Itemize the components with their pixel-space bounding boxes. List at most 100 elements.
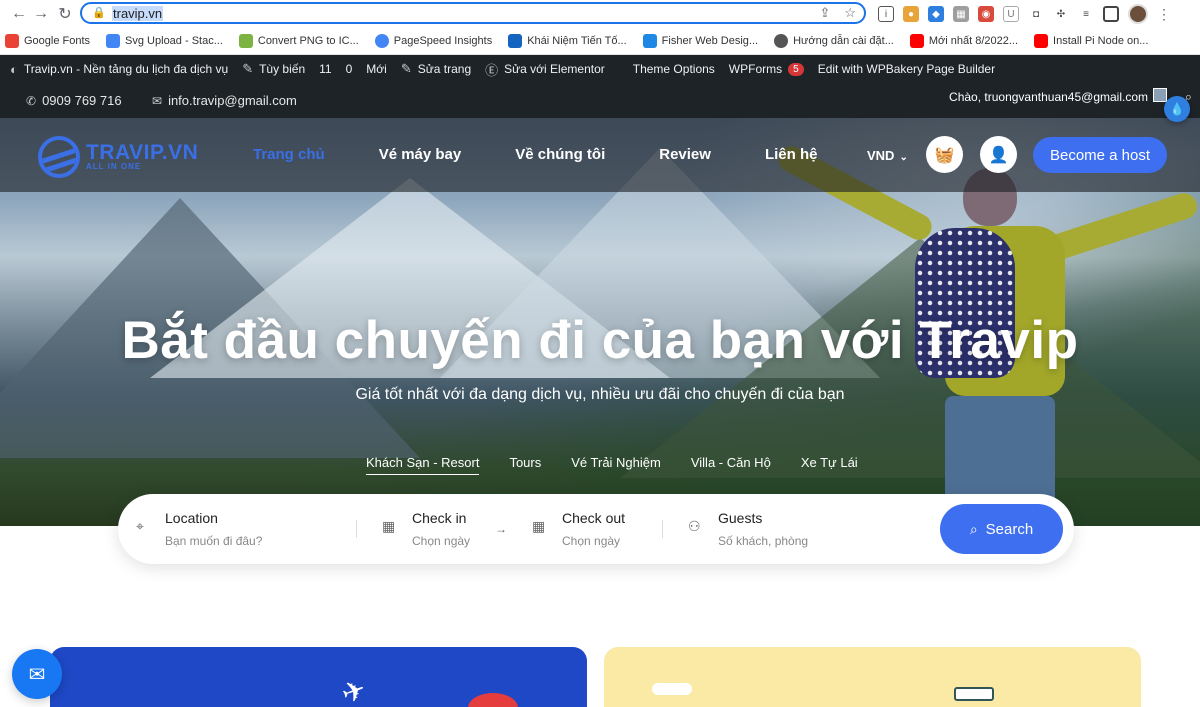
forward-icon[interactable]: → [30,3,52,25]
address-bar[interactable]: 🔒 travip.vn ⇪ ☆ [80,2,866,24]
site-logo[interactable]: TRAVIP.VN ALL IN ONE [38,136,198,178]
extension-icon[interactable]: ● [903,6,919,22]
extension-icon[interactable]: ◆ [928,6,944,22]
wp-elementor[interactable]: Ⓔ Sửa với Elementor [485,60,605,79]
tab-tours[interactable]: Tours [509,455,541,475]
youtube-icon [1034,34,1049,48]
arrow-right-icon: → [495,522,507,536]
wp-new[interactable]: Mới [366,62,387,76]
extension-icon[interactable]: ◉ [978,6,994,22]
menu-item-review[interactable]: Review [659,146,711,163]
menu-kebab-icon[interactable]: ⋮ [1157,6,1171,23]
bookmark-item[interactable]: Mới nhất 8/2022... [909,34,1018,48]
back-icon[interactable]: ← [8,3,30,25]
bookmark-star-icon[interactable]: ☆ [844,5,856,21]
bookmark-item[interactable]: Svg Upload - Stac... [106,34,223,48]
menu-item-home[interactable]: Trang chủ [253,146,325,163]
pencil-icon: ✎ [400,61,412,76]
bookmark-item[interactable]: Khái Niệm Tiến Tố... [508,34,627,48]
tab-hotel-resort[interactable]: Khách Sạn - Resort [366,455,480,475]
wp-edit-page[interactable]: ✎ Sửa trang [401,61,471,77]
wp-customize[interactable]: ✎ Tùy biến [242,61,305,77]
search-form: ⌖ Location Bạn muốn đi đâu? ▦ Check in C… [118,494,1074,564]
main-menu: Trang chủ Vé máy bay Về chúng tôi Review… [253,146,871,163]
extension-icon[interactable]: ▦ [953,6,969,22]
bookmark-item[interactable]: PageSpeed Insights [374,34,492,48]
user-greeting[interactable]: Chào, truongvanthuan45@gmail.com [949,90,1148,104]
user-icon: 👤 [988,146,1009,164]
url-text[interactable]: travip.vn [112,5,164,21]
bookmark-favicon-icon [5,34,19,48]
divider [356,520,357,538]
menu-item-flights[interactable]: Vé máy bay [379,146,462,163]
browser-toolbar: ← → ↻ 🔒 travip.vn ⇪ ☆ i ● ◆ ▦ ◉ U ◘ ✣ ≡ … [0,0,1200,28]
service-tabs: Khách Sạn - Resort Tours Vé Trải Nghiệm … [366,455,888,475]
search-icon: ⌕ [969,520,978,537]
cloud-decor [652,683,692,695]
tab-self-drive[interactable]: Xe Tự Lái [801,455,858,475]
reload-icon[interactable]: ↻ [54,3,76,25]
bookmark-favicon-icon [374,34,389,48]
email-contact[interactable]: ✉ info.travip@gmail.com [152,93,297,108]
lock-icon: 🔒 [92,7,106,19]
globe-logo-icon [38,136,80,178]
dashboard-icon: ◐ [10,61,18,77]
phone-icon: ✆ [26,93,37,108]
extension-icon[interactable]: U [1003,6,1019,22]
bookmark-favicon-icon [508,34,523,48]
mail-icon: ✉ [152,93,163,108]
wp-theme-options[interactable]: Theme Options [633,62,715,76]
side-panel-icon[interactable] [1103,6,1119,22]
divider [662,520,663,538]
notification-badge: 5 [788,62,804,76]
wp-wpforms[interactable]: WPForms 5 [729,62,804,76]
youtube-icon [909,34,924,48]
brush-icon: ✎ [242,61,254,76]
map-pin-icon: ⌖ [136,518,144,534]
hero-subtitle: Giá tốt nhất với đa dạng dịch vụ, nhiều … [355,386,845,403]
messenger-chat-button[interactable]: ✉ [12,649,62,699]
profile-avatar[interactable] [1128,4,1148,24]
user-avatar[interactable] [1153,88,1167,102]
share-icon[interactable]: ⇪ [819,5,830,21]
menu-item-about[interactable]: Về chúng tôi [515,146,605,163]
bookmark-item[interactable]: Convert PNG to IC... [238,34,359,48]
promo-card-cruise[interactable] [604,647,1141,707]
wp-comments[interactable]: 0 [346,62,353,76]
wp-updates[interactable]: 11 [319,62,331,76]
puzzle-icon[interactable]: ✣ [1053,6,1069,22]
bookmark-favicon-icon [642,34,657,48]
camera-icon[interactable]: ◘ [1028,6,1044,22]
reading-list-icon[interactable]: ≡ [1078,6,1094,22]
bookmark-item[interactable]: Install Pi Node on... [1034,34,1148,48]
boat-icon [954,687,994,701]
menu-item-contact[interactable]: Liên hệ [765,146,818,163]
bookmark-favicon-icon [106,34,121,48]
water-drop-icon[interactable]: 💧 [1164,96,1190,122]
calendar-icon: ▦ [532,518,546,534]
bookmarks-bar: Google Fonts Svg Upload - Stac... Conver… [0,28,1200,55]
tab-villa-apartment[interactable]: Villa - Căn Hộ [691,455,771,475]
bookmark-item[interactable]: Hướng dẫn cài đặt... [774,34,894,48]
wp-admin-bar: ◐ Travip.vn - Nền tảng du lịch đa dịch vụ… [0,55,1200,83]
cart-button[interactable]: 🧺 [926,136,963,173]
become-host-button[interactable]: Become a host [1033,137,1167,173]
site-header: TRAVIP.VN ALL IN ONE Trang chủ Vé máy ba… [0,118,1200,192]
bookmark-item[interactable]: Google Fonts [5,34,90,48]
messenger-icon: ✉ [28,663,46,686]
phone-contact[interactable]: ✆ 0909 769 716 [26,93,122,108]
site-topbar: ✆ 0909 769 716 ✉ info.travip@gmail.com Chà… [0,83,1200,118]
promo-card-flights[interactable]: ✈ [50,647,587,707]
account-button[interactable]: 👤 [980,136,1017,173]
wp-wpbakery[interactable]: Edit with WPBakery Page Builder [818,62,995,76]
users-icon: ⚇ [688,518,701,534]
tab-experience-tickets[interactable]: Vé Trải Nghiệm [571,455,661,475]
search-button[interactable]: ⌕ Search [940,504,1063,554]
wp-site-link[interactable]: ◐ Travip.vn - Nền tảng du lịch đa dịch vụ [10,62,228,77]
bookmark-favicon-icon [774,34,789,48]
airplane-icon: ✈ [337,672,371,707]
currency-selector[interactable]: VND ⌄ [867,148,908,163]
bookmark-item[interactable]: Fisher Web Desig... [642,34,758,48]
extension-icon[interactable]: i [878,6,894,22]
decor-shape [468,693,518,707]
